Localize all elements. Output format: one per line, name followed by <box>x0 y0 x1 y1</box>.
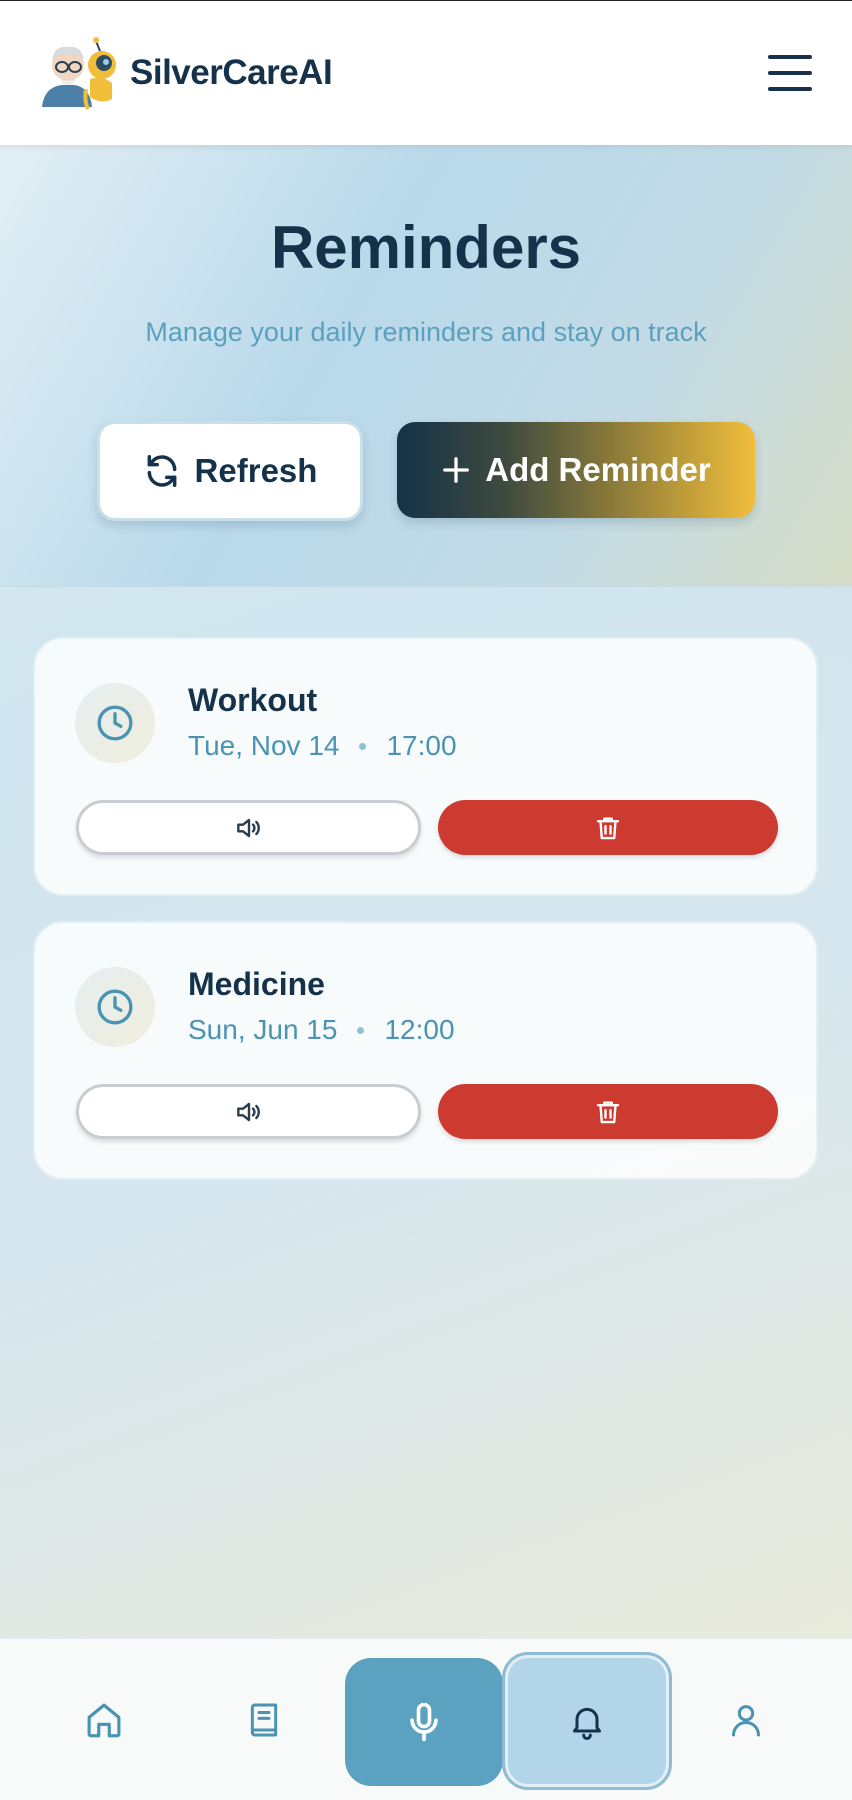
reminder-datetime: Tue, Nov 14 17:00 <box>188 730 457 762</box>
reminder-date: Sun, Jun 15 <box>188 1014 338 1045</box>
speak-reminder-button[interactable] <box>76 800 421 855</box>
plus-icon <box>443 457 470 483</box>
bottom-navigation <box>0 1638 852 1800</box>
nav-journal[interactable] <box>214 1639 314 1800</box>
user-icon <box>732 1705 760 1737</box>
reminder-date: Tue, Nov 14 <box>188 730 340 761</box>
separator-dot <box>359 742 367 750</box>
book-icon <box>250 1703 278 1737</box>
refresh-icon <box>147 455 176 487</box>
hero-section: Reminders Manage your daily reminders an… <box>0 145 852 587</box>
refresh-button[interactable]: Refresh <box>97 421 363 521</box>
clock-icon <box>75 683 155 763</box>
add-reminder-label: Add Reminder <box>485 451 711 488</box>
nav-microphone[interactable] <box>345 1658 503 1786</box>
reminder-datetime: Sun, Jun 15 12:00 <box>188 1014 455 1046</box>
reminder-title: Workout <box>188 682 318 718</box>
home-icon <box>87 1703 121 1738</box>
delete-reminder-button[interactable] <box>438 800 778 855</box>
speaker-icon <box>236 1102 260 1121</box>
trash-icon <box>596 816 620 839</box>
hamburger-menu-icon[interactable] <box>768 55 812 91</box>
page-title: Reminders <box>270 214 582 281</box>
brand[interactable]: SilverCareAI <box>40 35 333 111</box>
nav-home[interactable] <box>54 1639 154 1800</box>
reminder-card: Workout Tue, Nov 14 17:00 <box>33 637 818 896</box>
separator-dot <box>357 1026 365 1034</box>
brand-name: SilverCareAI <box>130 53 333 92</box>
reminder-card: Medicine Sun, Jun 15 12:00 <box>33 921 818 1180</box>
refresh-label: Refresh <box>194 452 318 489</box>
nav-reminders[interactable] <box>502 1652 672 1790</box>
trash-icon <box>596 1100 620 1123</box>
reminder-time: 17:00 <box>386 730 457 761</box>
nav-profile[interactable] <box>696 1639 796 1800</box>
add-reminder-button[interactable]: Add Reminder <box>397 422 755 518</box>
delete-reminder-button[interactable] <box>438 1084 778 1139</box>
reminder-title: Medicine <box>188 966 325 1002</box>
page-subtitle: Manage your daily reminders and stay on … <box>145 317 707 347</box>
elderly-person-with-robot-logo <box>42 37 116 110</box>
microphone-icon <box>410 1702 438 1742</box>
clock-icon <box>75 967 155 1047</box>
bell-icon <box>573 1707 601 1740</box>
speaker-icon <box>236 818 260 837</box>
app-header: SilverCareAI <box>0 0 852 145</box>
reminder-time: 12:00 <box>384 1014 455 1045</box>
speak-reminder-button[interactable] <box>76 1084 421 1139</box>
